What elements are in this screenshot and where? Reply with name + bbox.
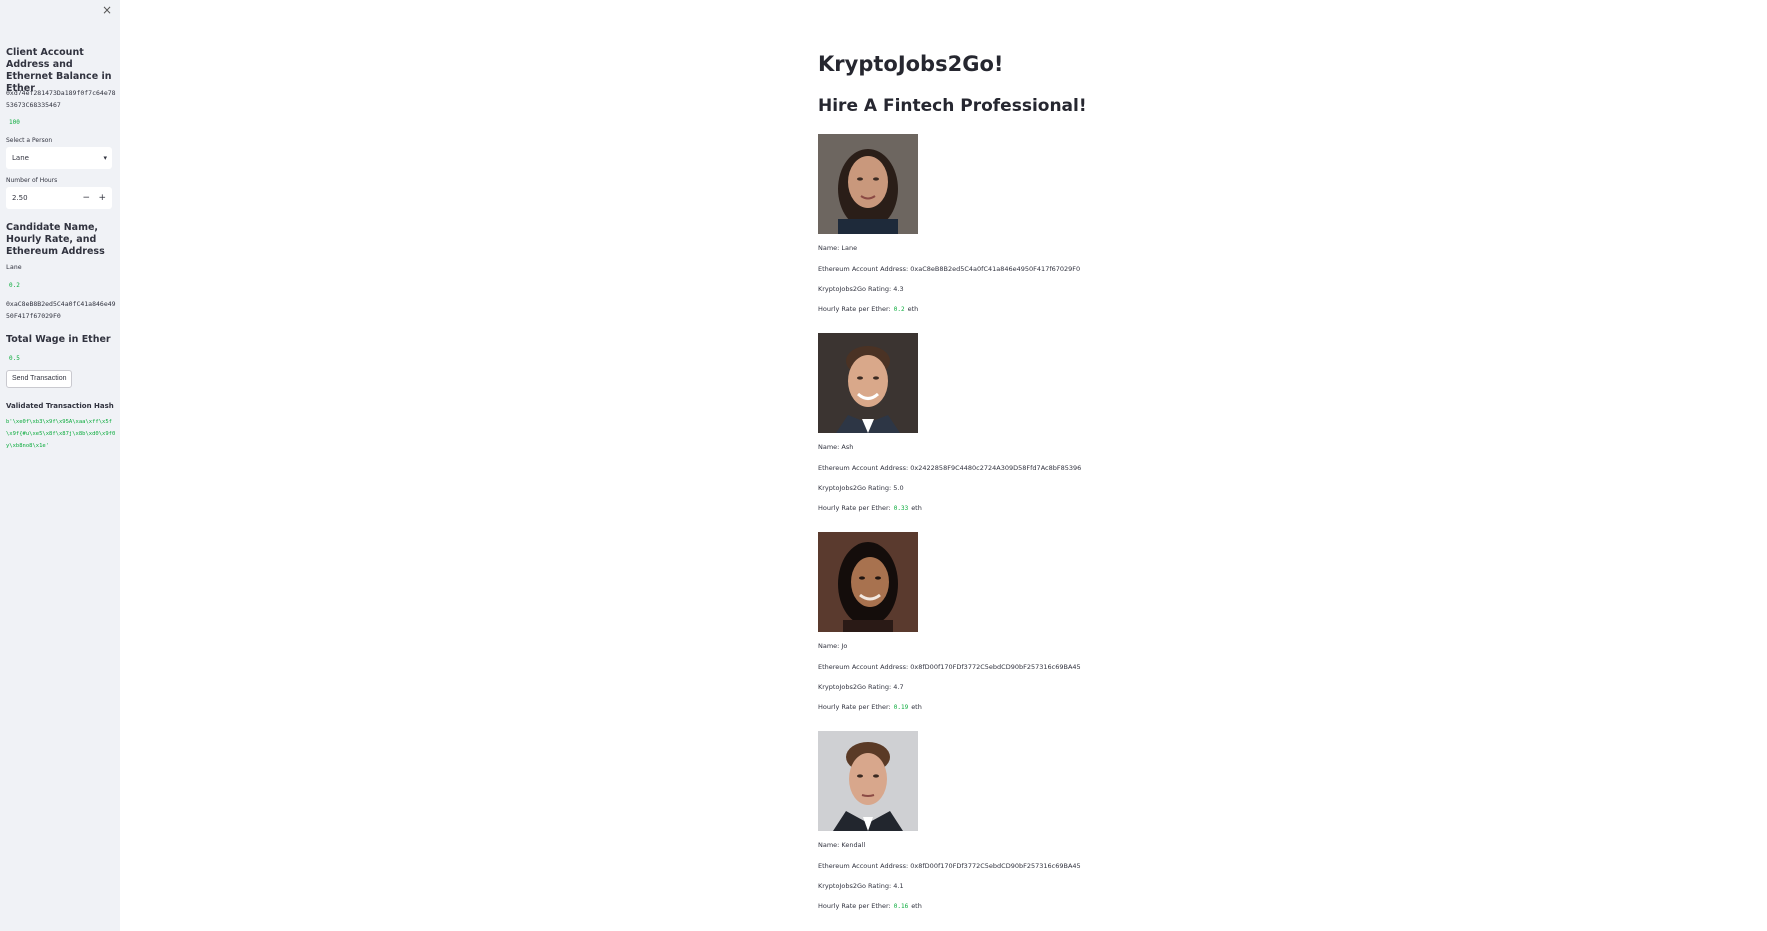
candidate-address: Ethereum Account Address: 0xaC8eB8B2ed5C…	[818, 265, 1081, 273]
candidate-photo	[818, 134, 918, 234]
hours-value[interactable]: 2.50	[12, 194, 28, 202]
rate-unit: eth	[911, 902, 922, 910]
hash-header: Validated Transaction Hash	[6, 402, 114, 410]
rate-unit: eth	[907, 305, 919, 313]
plus-icon[interactable]: +	[98, 187, 106, 209]
candidate-name: Lane	[6, 263, 22, 271]
candidate-name: Name: Jo	[818, 642, 848, 650]
rate-value: 0.19	[893, 704, 909, 711]
candidate-rating: KryptoJobs2Go Rating: 5.0	[818, 484, 904, 492]
page-title: KryptoJobs2Go!	[818, 52, 1004, 76]
candidate-header: Candidate Name, Hourly Rate, and Ethereu…	[6, 222, 105, 257]
candidate-photo	[818, 731, 918, 831]
rate-unit: eth	[911, 504, 922, 512]
rate-label: Hourly Rate per Ether:	[818, 902, 891, 910]
candidate-rating: KryptoJobs2Go Rating: 4.3	[818, 285, 904, 293]
candidate-card: Name: Ash Ethereum Account Address: 0x24…	[818, 333, 1178, 512]
rate-label: Hourly Rate per Ether:	[818, 504, 891, 512]
candidate-rate: Hourly Rate per Ether: 0.19 eth	[818, 703, 922, 711]
balance-value: 100	[9, 119, 20, 126]
candidate-rate: Hourly Rate per Ether: 0.33 eth	[818, 504, 922, 512]
candidate-address: 0xaC8eB8B2ed5C4a0fC41a846e4950F417f67029…	[6, 300, 116, 320]
transaction-hash: b'\xe0f\xb3\x9f\x95A\xaa\xff\x5f\x9f{#u\…	[6, 419, 116, 449]
minus-icon[interactable]: −	[82, 187, 90, 209]
candidate-rating: KryptoJobs2Go Rating: 4.7	[818, 683, 904, 691]
hours-stepper[interactable]: 2.50 − +	[6, 187, 112, 209]
rate-value: 0.33	[893, 505, 909, 512]
candidate-photo	[818, 532, 918, 632]
candidate-card: Name: Jo Ethereum Account Address: 0x8fD…	[818, 532, 1178, 711]
candidate-rate: 0.2	[9, 282, 20, 289]
candidate-name: Name: Ash	[818, 443, 854, 451]
select-person-dropdown[interactable]: Lane ▾	[6, 147, 112, 169]
candidate-name: Name: Lane	[818, 244, 858, 252]
candidate-address: Ethereum Account Address: 0x8fD00f170FDf…	[818, 663, 1081, 671]
total-wage-value: 0.5	[9, 355, 20, 362]
rate-label: Hourly Rate per Ether:	[818, 703, 891, 711]
candidate-rate: Hourly Rate per Ether: 0.16 eth	[818, 902, 922, 910]
candidate-photo	[818, 333, 918, 433]
page-subtitle: Hire A Fintech Professional!	[818, 96, 1087, 116]
hours-label: Number of Hours	[6, 177, 58, 184]
rate-unit: eth	[911, 703, 922, 711]
sidebar: × Client Account Address and Ethernet Ba…	[0, 0, 120, 931]
candidate-rate: Hourly Rate per Ether: 0.2 eth	[818, 305, 918, 313]
send-transaction-button[interactable]: Send Transaction	[6, 370, 73, 388]
candidate-address: Ethereum Account Address: 0x8fD00f170FDf…	[818, 862, 1081, 870]
candidate-name: Name: Kendall	[818, 841, 866, 849]
rate-label: Hourly Rate per Ether:	[818, 305, 891, 313]
close-icon[interactable]: ×	[102, 3, 112, 17]
chevron-down-icon: ▾	[103, 154, 107, 162]
rate-value: 0.2	[893, 306, 905, 313]
account-address: 0xd74ef281473Da189f0f7c64e7853673C683354…	[6, 89, 116, 109]
candidate-rating: KryptoJobs2Go Rating: 4.1	[818, 882, 904, 890]
candidate-card: Name: Kendall Ethereum Account Address: …	[818, 731, 1178, 910]
rate-value: 0.16	[893, 903, 909, 910]
candidate-address: Ethereum Account Address: 0x2422858F9C44…	[818, 464, 1082, 472]
main-content: KryptoJobs2Go! Hire A Fintech Profession…	[120, 0, 1767, 931]
select-person-label: Select a Person	[6, 137, 53, 144]
total-wage-header: Total Wage in Ether	[6, 334, 111, 345]
selected-person: Lane	[12, 154, 29, 162]
candidate-card: Name: Lane Ethereum Account Address: 0xa…	[818, 134, 1178, 313]
